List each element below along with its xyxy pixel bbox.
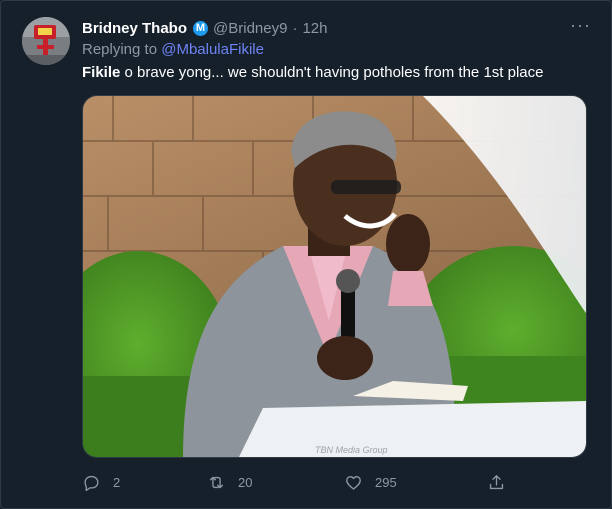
share-button[interactable] [487,471,506,493]
photo-illustration: TBN Media Group [83,96,586,457]
share-icon [489,474,504,489]
tweet-actions: 2 20 295 [82,471,522,493]
heart-icon [346,475,361,490]
reply-count: 2 [113,474,121,490]
like-button[interactable]: 295 [344,471,397,493]
reply-button[interactable]: 2 [82,471,120,493]
retweet-count: 20 [238,474,253,490]
replying-to: Replying to @MbalulaFikile [82,41,264,58]
avatar[interactable] [22,17,70,65]
mention-link[interactable]: @MbalulaFikile [161,41,264,58]
timestamp[interactable]: 12h [302,20,327,37]
user-handle[interactable]: @Bridney9 [213,20,287,37]
tweet-text-bold: Fikile [82,64,121,81]
tweet-card[interactable]: Bridney Thabo M @Bridney9 · 12h ··· Repl… [0,0,612,509]
reply-icon [84,475,99,491]
tweet-header: Bridney Thabo M @Bridney9 · 12h [82,18,327,38]
tweet-media-image[interactable]: TBN Media Group [82,95,587,458]
more-options-icon[interactable]: ··· [570,16,591,34]
tweet-text-body: o brave yong... we shouldn't having poth… [120,64,544,81]
retweet-icon [209,476,224,488]
replying-to-label: Replying to [82,41,158,58]
verified-badge-icon: M [193,20,209,36]
media-watermark: TBN Media Group [315,445,388,455]
like-count: 295 [375,474,397,490]
separator-dot: · [292,19,298,37]
avatar-image [22,17,70,65]
display-name[interactable]: Bridney Thabo [82,20,187,37]
retweet-button[interactable]: 20 [207,471,252,493]
tweet-text: Fikile o brave yong... we shouldn't havi… [82,64,543,81]
